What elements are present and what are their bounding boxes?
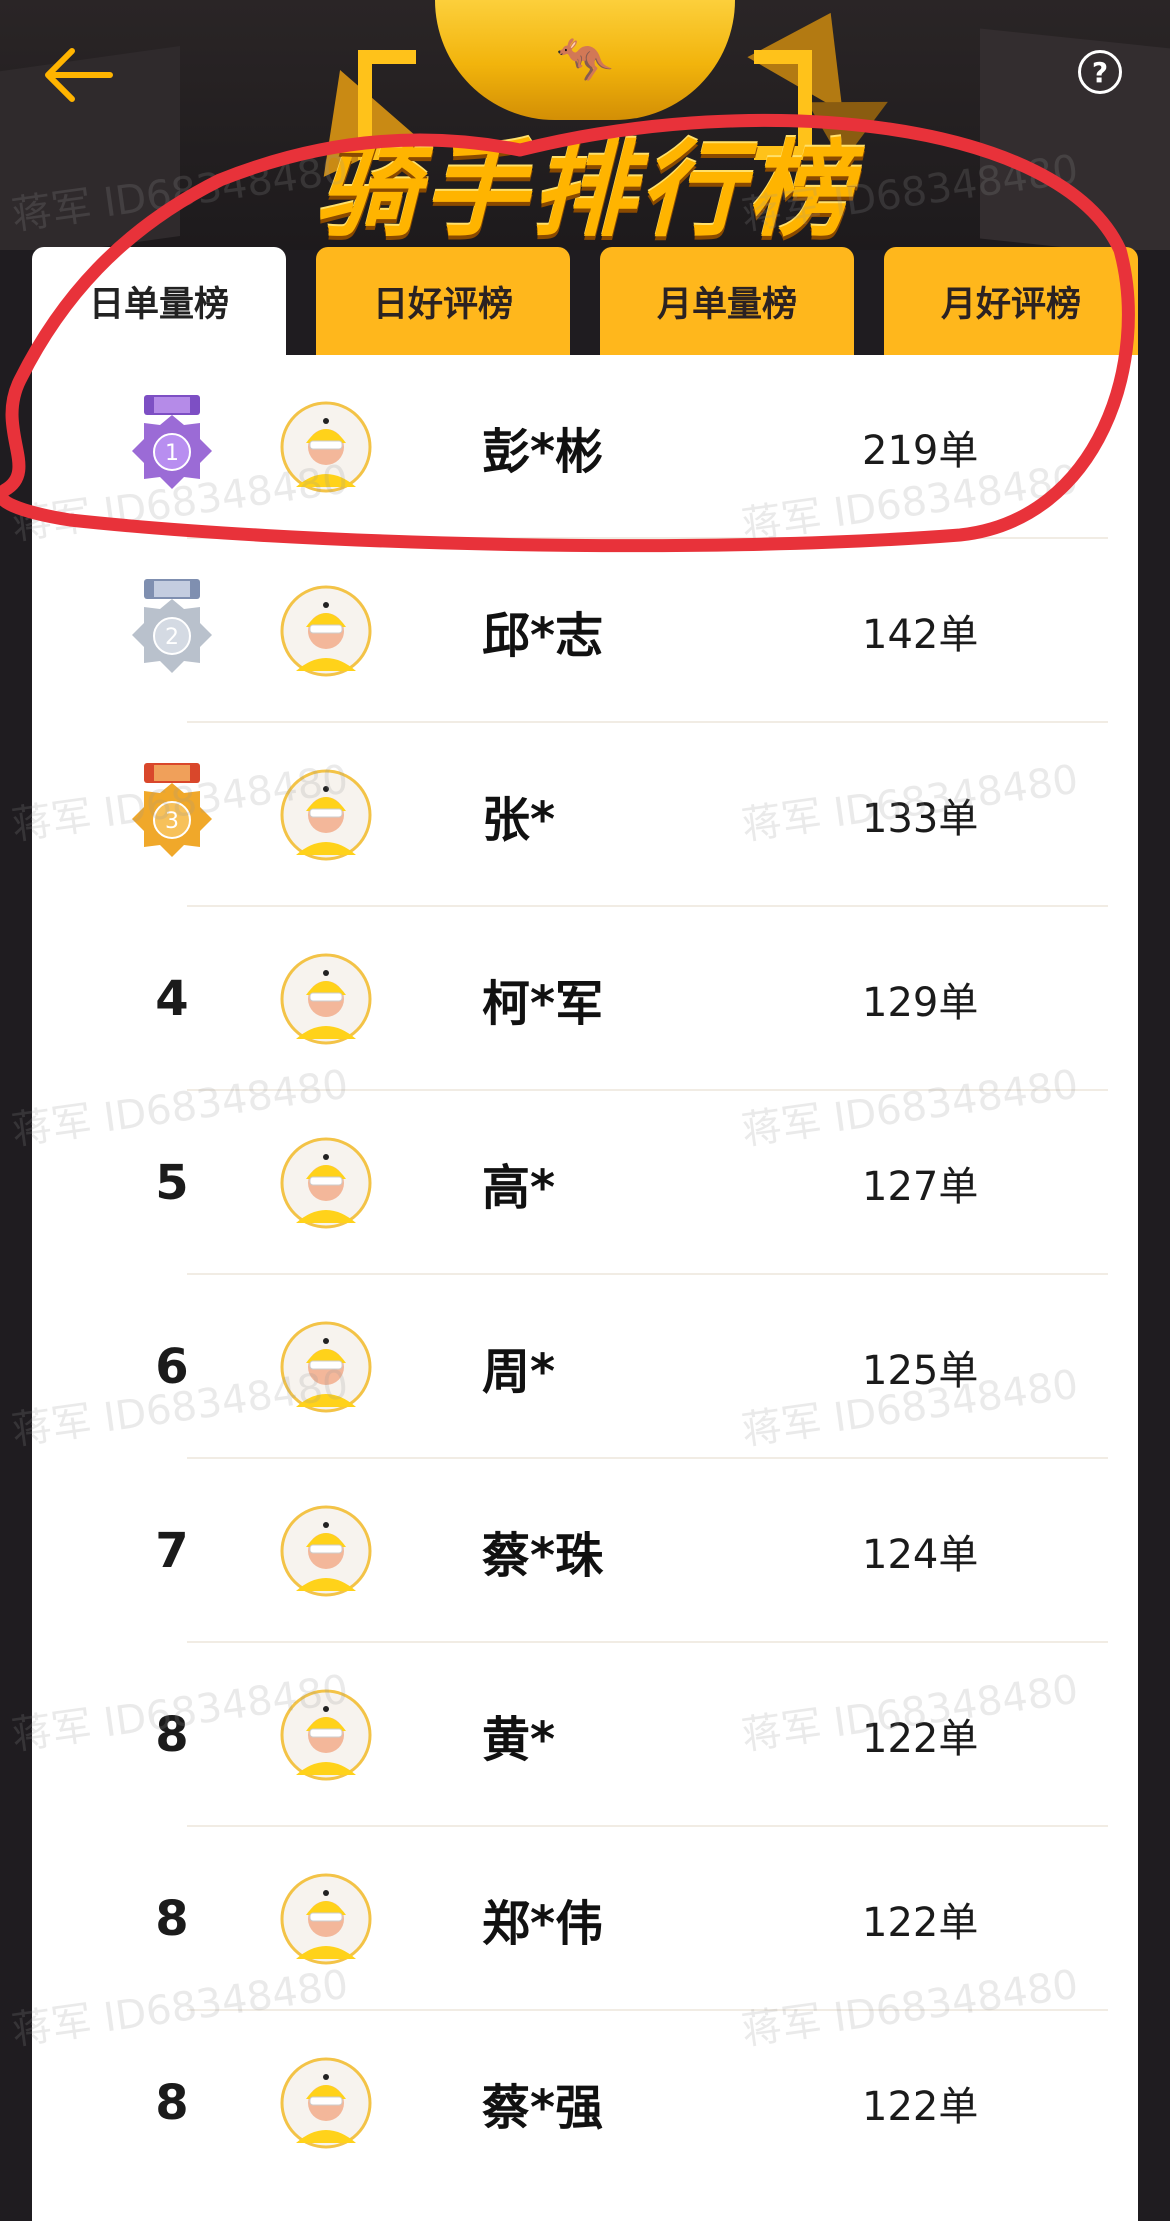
rider-name: 高* <box>482 1160 556 1216</box>
rider-avatar <box>280 1321 372 1413</box>
rider-name: 柯*军 <box>482 976 604 1032</box>
arrow-left-icon <box>45 48 113 102</box>
ranking-row[interactable]: 1 彭*彬 219单 <box>32 355 1138 539</box>
rider-avatar <box>280 1505 372 1597</box>
order-count: 142单 <box>862 612 979 658</box>
rider-name: 郑*伟 <box>482 1896 604 1952</box>
medal-purple-icon: 1 <box>132 395 212 489</box>
ranking-row[interactable]: 2 邱*志 142单 <box>32 539 1138 723</box>
ranking-row[interactable]: 8 蔡*强 122单 <box>32 2011 1138 2195</box>
rider-avatar <box>280 1873 372 1965</box>
rider-name: 黄* <box>482 1712 556 1768</box>
order-count: 219单 <box>862 428 979 474</box>
rank-number: 8 <box>155 1707 189 1763</box>
rider-name: 蔡*强 <box>482 2080 604 2136</box>
ranking-row[interactable]: 7 蔡*珠 124单 <box>32 1459 1138 1643</box>
rank-number: 4 <box>155 971 189 1027</box>
tab-monthly-orders[interactable]: 月单量榜 <box>600 247 854 355</box>
ranking-row[interactable]: 5 高* 127单 <box>32 1091 1138 1275</box>
order-count: 122单 <box>862 1900 979 1946</box>
medal-silver-icon: 2 <box>132 579 212 673</box>
ranking-row[interactable]: 8 黄* 122单 <box>32 1643 1138 1827</box>
order-count: 125单 <box>862 1348 979 1394</box>
rider-name: 周* <box>482 1344 556 1400</box>
tab-daily-orders[interactable]: 日单量榜 <box>32 247 286 355</box>
rider-name: 邱*志 <box>482 608 604 664</box>
rider-name: 张* <box>482 792 556 848</box>
rider-avatar <box>280 2057 372 2149</box>
rank-number: 6 <box>155 1339 189 1395</box>
rank-number: 8 <box>155 1891 189 1947</box>
order-count: 127单 <box>862 1164 979 1210</box>
ranking-row[interactable]: 4 柯*军 129单 <box>32 907 1138 1091</box>
back-button[interactable] <box>40 40 120 110</box>
tab-bar: 日单量榜 日好评榜 月单量榜 月好评榜 <box>32 247 1138 355</box>
page-title: 骑手排行榜 <box>314 129 855 250</box>
ranking-list: 1 彭*彬 219单 2 邱*志 142单 3 张* 133单 4 柯*军 12… <box>32 355 1138 2221</box>
help-button[interactable]: ? <box>1078 50 1122 94</box>
rank-number: 8 <box>155 2075 189 2131</box>
medal-bronze-icon: 3 <box>132 763 212 857</box>
order-count: 133单 <box>862 796 979 842</box>
order-count: 129单 <box>862 980 979 1026</box>
rider-avatar <box>280 401 372 493</box>
ranking-row[interactable]: 8 郑*伟 122单 <box>32 1827 1138 2011</box>
rider-name: 彭*彬 <box>482 424 604 480</box>
rank-number: 7 <box>155 1523 189 1579</box>
kangaroo-logo-icon: 🦘 <box>556 33 614 87</box>
tab-daily-rating[interactable]: 日好评榜 <box>316 247 570 355</box>
medal-rank-label: 3 <box>165 809 179 834</box>
ranking-row[interactable]: 3 张* 133单 <box>32 723 1138 907</box>
rider-avatar <box>280 585 372 677</box>
rider-avatar <box>280 769 372 861</box>
page-header: 🦘 骑手排行榜 ? <box>0 0 1170 250</box>
medal-rank-label: 1 <box>165 441 179 466</box>
rider-name: 蔡*珠 <box>482 1528 604 1584</box>
ranking-row[interactable]: 6 周* 125单 <box>32 1275 1138 1459</box>
order-count: 122单 <box>862 1716 979 1762</box>
medal-rank-label: 2 <box>165 625 179 650</box>
rider-avatar <box>280 953 372 1045</box>
rank-number: 5 <box>155 1155 189 1211</box>
help-icon: ? <box>1091 55 1109 89</box>
order-count: 122单 <box>862 2084 979 2130</box>
rider-avatar <box>280 1137 372 1229</box>
rider-avatar <box>280 1689 372 1781</box>
order-count: 124单 <box>862 1532 979 1578</box>
tab-monthly-rating[interactable]: 月好评榜 <box>884 247 1138 355</box>
